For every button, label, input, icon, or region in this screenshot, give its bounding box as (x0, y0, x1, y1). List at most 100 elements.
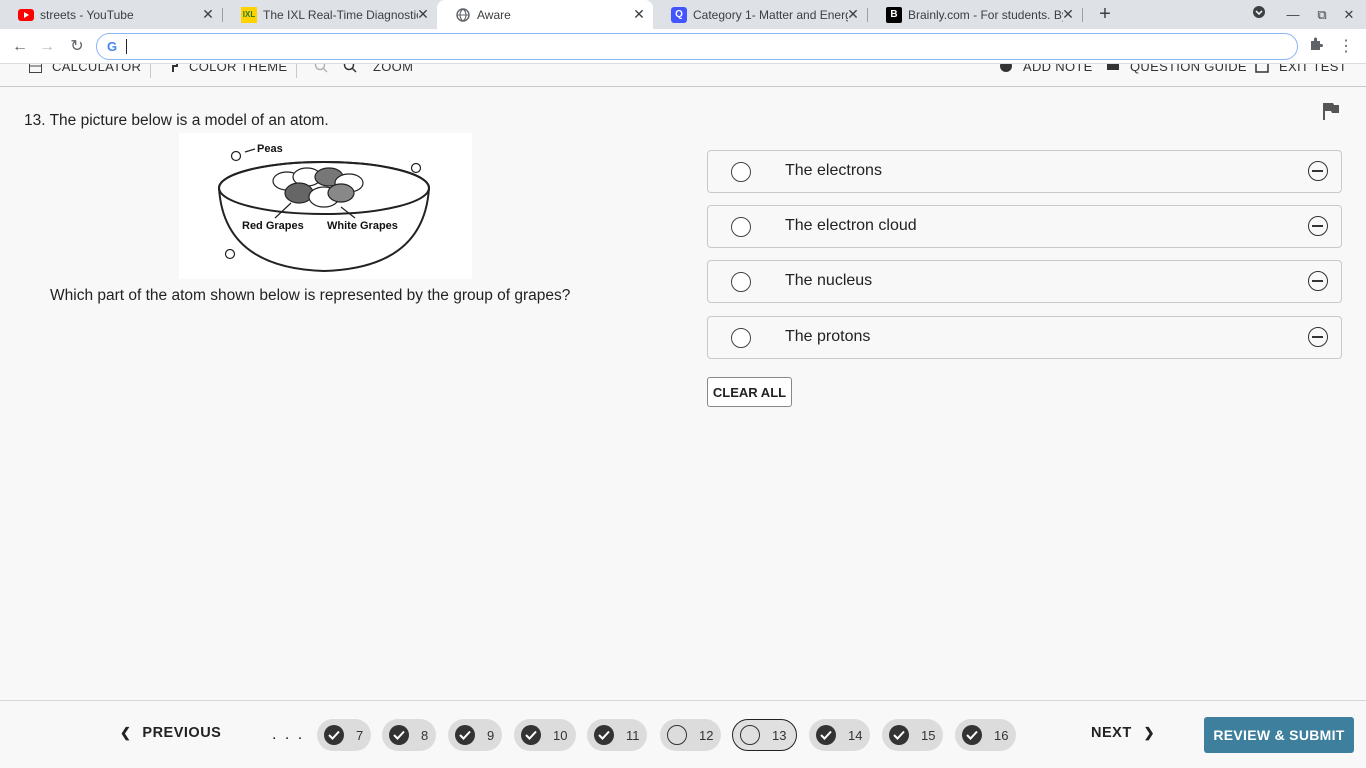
tab-title: Aware (477, 7, 511, 22)
tab-brainly[interactable]: B Brainly.com - For students. By stu ✕ (868, 0, 1082, 29)
menu-icon[interactable]: ⋮ (1335, 36, 1357, 58)
browser-tab-strip: streets - YouTube ✕ IXL The IXL Real-Tim… (0, 0, 1366, 29)
next-button[interactable]: NEXT ❯ (1091, 725, 1155, 741)
radio-button[interactable] (731, 328, 751, 348)
close-tab-icon[interactable]: ✕ (631, 6, 647, 22)
question-number: 8 (421, 727, 429, 743)
toolbar-divider (296, 64, 297, 78)
answer-option-b[interactable]: The electron cloud (707, 205, 1342, 248)
question-title: 13. The picture below is a model of an a… (24, 112, 329, 129)
answer-label: The protons (785, 328, 871, 345)
white-grapes-label: White Grapes (327, 220, 398, 232)
text-caret (126, 39, 127, 54)
question-number: 13 (772, 727, 787, 743)
question-10-button[interactable]: 10 (514, 719, 576, 751)
question-13-button[interactable]: 13 (732, 719, 797, 751)
zoom-button[interactable]: ZOOM (343, 64, 413, 76)
tab-ixl[interactable]: IXL The IXL Real-Time Diagnostic ✕ (223, 0, 437, 29)
unanswered-circle-icon (667, 725, 687, 745)
exit-test-button[interactable]: EXIT TEST (1255, 64, 1347, 76)
previous-label: PREVIOUS (142, 725, 222, 741)
answer-option-a[interactable]: The electrons (707, 150, 1342, 193)
tab-quizlet[interactable]: Q Category 1- Matter and Energy | ✕ (653, 0, 867, 29)
radio-button[interactable] (731, 162, 751, 182)
eliminate-icon[interactable] (1308, 327, 1328, 347)
tab-youtube[interactable]: streets - YouTube ✕ (0, 0, 222, 29)
radio-button[interactable] (731, 272, 751, 292)
calculator-button[interactable]: CALCULATOR (28, 64, 141, 76)
review-submit-button[interactable]: REVIEW & SUBMIT (1204, 717, 1354, 753)
calculator-icon (28, 64, 42, 73)
answer-label: The electrons (785, 162, 882, 179)
question-navigation: ❮ PREVIOUS . . . 7 8 9 10 11 12 13 14 15… (0, 700, 1366, 768)
close-tab-icon[interactable]: ✕ (845, 6, 861, 22)
question-number: 7 (356, 727, 364, 743)
unanswered-circle-icon (740, 725, 760, 745)
add-note-label: ADD NOTE (1023, 64, 1093, 74)
quizlet-icon: Q (671, 6, 687, 23)
question-number: 10 (553, 727, 568, 743)
question-14-button[interactable]: 14 (809, 719, 870, 751)
globe-icon (455, 7, 471, 23)
more-questions-ellipsis[interactable]: . . . (272, 726, 304, 744)
zoom-in-icon (343, 64, 357, 73)
tab-title: Category 1- Matter and Energy | (693, 7, 848, 22)
question-8-button[interactable]: 8 (382, 719, 436, 751)
eliminate-icon[interactable] (1308, 271, 1328, 291)
close-tab-icon[interactable]: ✕ (415, 6, 431, 22)
question-15-button[interactable]: 15 (882, 719, 943, 751)
close-tab-icon[interactable]: ✕ (1060, 6, 1076, 22)
brainly-icon: B (886, 6, 902, 23)
close-window-icon[interactable]: ✕ (1339, 5, 1359, 25)
close-tab-icon[interactable]: ✕ (200, 6, 216, 22)
question-number: 12 (699, 727, 714, 743)
exit-test-label: EXIT TEST (1279, 64, 1347, 74)
tab-title: Brainly.com - For students. By stu (908, 7, 1063, 22)
forward-icon[interactable]: → (36, 36, 58, 58)
browser-toolbar: ← → ↻ G ⋮ (0, 29, 1366, 64)
eliminate-icon[interactable] (1308, 161, 1328, 181)
question-16-button[interactable]: 16 (955, 719, 1016, 751)
new-tab-button[interactable]: + (1094, 3, 1116, 25)
question-number: 16 (994, 727, 1009, 743)
zoom-label: ZOOM (373, 64, 414, 74)
question-11-button[interactable]: 11 (587, 719, 647, 751)
clear-all-button[interactable]: CLEAR ALL (707, 377, 792, 407)
tab-search-icon[interactable] (1249, 5, 1269, 25)
zoom-out-button[interactable] (314, 64, 338, 76)
check-icon (521, 725, 541, 745)
answer-option-d[interactable]: The protons (707, 316, 1342, 359)
tab-aware[interactable]: Aware ✕ (437, 0, 653, 29)
answer-label: The electron cloud (785, 217, 917, 234)
question-12-button[interactable]: 12 (660, 719, 721, 751)
radio-button[interactable] (731, 217, 751, 237)
color-theme-label: COLOR THEME (189, 64, 288, 74)
back-icon[interactable]: ← (9, 36, 31, 58)
note-icon (999, 64, 1013, 73)
reload-icon[interactable]: ↻ (66, 36, 88, 58)
address-bar[interactable]: G (96, 33, 1298, 60)
color-theme-button[interactable]: COLOR THEME (165, 64, 287, 76)
tab-title: streets - YouTube (40, 7, 134, 22)
question-7-button[interactable]: 7 (317, 719, 371, 751)
eliminate-icon[interactable] (1308, 216, 1328, 236)
check-icon (962, 725, 982, 745)
extensions-icon[interactable] (1305, 36, 1327, 58)
ixl-icon: IXL (241, 6, 257, 23)
previous-button[interactable]: ❮ PREVIOUS (120, 725, 221, 741)
guide-icon (1106, 64, 1120, 73)
add-note-button[interactable]: ADD NOTE (999, 64, 1093, 76)
atom-model-image: Peas Red Grapes White Grapes (179, 133, 472, 279)
check-icon (594, 725, 614, 745)
answer-option-c[interactable]: The nucleus (707, 260, 1342, 303)
check-icon (816, 725, 836, 745)
flag-icon[interactable] (1321, 101, 1341, 121)
question-9-button[interactable]: 9 (448, 719, 502, 751)
check-icon (455, 725, 475, 745)
peas-label: Peas (257, 143, 283, 155)
question-guide-button[interactable]: QUESTION GUIDE (1106, 64, 1247, 76)
address-input[interactable] (127, 37, 1277, 56)
minimize-icon[interactable]: — (1283, 5, 1303, 25)
question-number: 15 (921, 727, 936, 743)
restore-icon[interactable]: ⧉ (1312, 5, 1332, 25)
